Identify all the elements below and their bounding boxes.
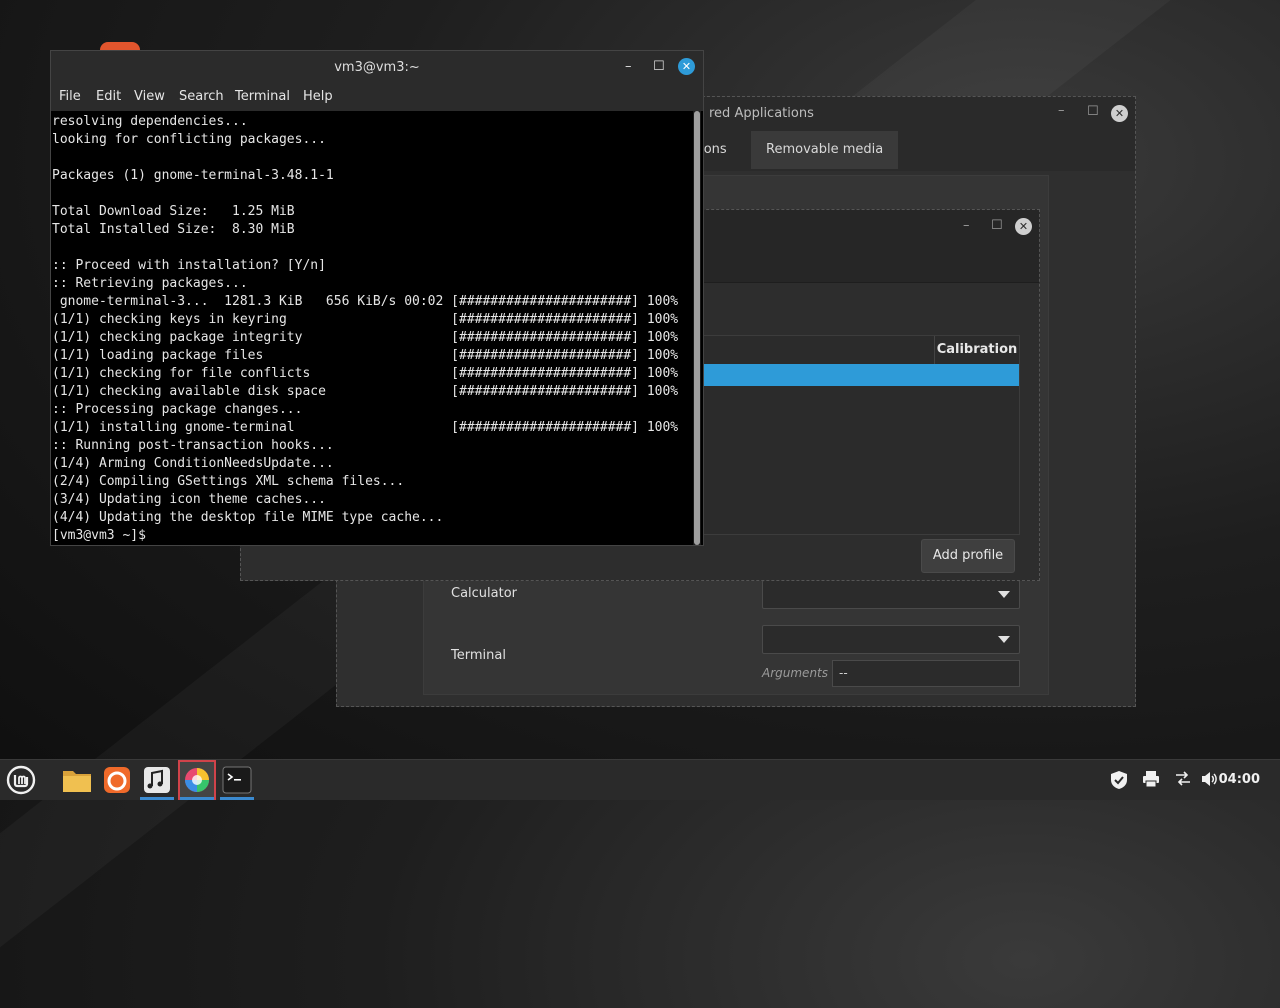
tab-removable-media[interactable]: Removable media xyxy=(751,131,899,169)
terminal-combo[interactable] xyxy=(762,625,1020,654)
menu-edit[interactable]: Edit xyxy=(96,89,121,104)
terminal-line: Total Installed Size: 8.30 MiB xyxy=(52,222,295,237)
terminal-line: (1/1) checking for file conflicts [#####… xyxy=(52,366,679,381)
maximize-icon[interactable]: ☐ xyxy=(1087,104,1099,119)
menu-search[interactable]: Search xyxy=(179,89,224,104)
taskbar: 04:00 xyxy=(0,759,1280,800)
terminal-line: :: Retrieving packages... xyxy=(52,276,248,291)
menu-terminal[interactable]: Terminal xyxy=(235,89,290,104)
network-icon[interactable] xyxy=(1174,770,1192,792)
terminal-title: vm3@vm3:~ xyxy=(334,60,420,75)
terminal-line: :: Proceed with installation? [Y/n] xyxy=(52,258,326,273)
terminal-line: (1/4) Arming ConditionNeedsUpdate... xyxy=(52,456,334,471)
terminal-line: Packages (1) gnome-terminal-3.48.1-1 xyxy=(52,168,334,183)
files-icon xyxy=(63,771,91,792)
firefox-icon xyxy=(104,767,130,793)
profile-list[interactable]: Calibration xyxy=(695,335,1020,535)
add-profile-button[interactable]: Add profile xyxy=(921,539,1015,573)
menu-button[interactable] xyxy=(2,760,40,800)
menu-icon xyxy=(6,765,36,795)
terminal-line: resolving dependencies... xyxy=(52,114,248,129)
terminal-line: gnome-terminal-3... 1281.3 KiB 656 KiB/s… xyxy=(52,294,679,309)
terminal-line: :: Processing package changes... xyxy=(52,402,303,417)
terminal-output[interactable]: resolving dependencies... looking for con… xyxy=(51,111,693,545)
terminal-text: resolving dependencies... looking for con… xyxy=(51,111,693,545)
chevron-down-icon xyxy=(998,591,1010,598)
minimize-icon[interactable]: – xyxy=(963,218,970,233)
maximize-icon[interactable]: ☐ xyxy=(991,218,1003,233)
menu-view[interactable]: View xyxy=(134,89,165,104)
terminal-line: :: Running post-transaction hooks... xyxy=(52,438,334,453)
pref-window-title: red Applications xyxy=(709,106,814,121)
terminal-launcher[interactable] xyxy=(218,760,256,800)
terminal-line: [vm3@vm3 ~]$ xyxy=(52,528,146,543)
terminal-window: vm3@vm3:~ – ☐ ✕ File Edit View Search Te… xyxy=(50,50,704,546)
color-launcher[interactable] xyxy=(178,760,216,800)
terminal-icon xyxy=(222,766,252,794)
calculator-combo[interactable] xyxy=(762,580,1020,609)
terminal-titlebar: vm3@vm3:~ – ☐ ✕ xyxy=(51,51,703,85)
minimize-icon[interactable]: – xyxy=(625,59,632,74)
terminal-label: Terminal xyxy=(451,648,506,663)
terminal-line: Total Download Size: 1.25 MiB xyxy=(52,204,295,219)
files-launcher[interactable] xyxy=(58,760,96,800)
terminal-menubar: File Edit View Search Terminal Help xyxy=(51,85,703,111)
list-item-selected[interactable] xyxy=(696,364,1019,386)
chevron-down-icon xyxy=(998,636,1010,643)
terminal-line: (3/4) Updating icon theme caches... xyxy=(52,492,326,507)
terminal-line: (2/4) Compiling GSettings XML schema fil… xyxy=(52,474,405,489)
terminal-line: looking for conflicting packages... xyxy=(52,132,326,147)
firefox-launcher[interactable] xyxy=(98,760,136,800)
arguments-input[interactable]: -- xyxy=(832,660,1020,687)
close-icon[interactable]: ✕ xyxy=(1111,105,1128,122)
printer-icon[interactable] xyxy=(1142,770,1160,792)
terminal-line: (1/1) checking available disk space [###… xyxy=(52,384,679,399)
close-icon[interactable]: ✕ xyxy=(1015,218,1032,235)
minimize-icon[interactable]: – xyxy=(1058,103,1065,118)
media-launcher[interactable] xyxy=(138,760,176,800)
shield-icon[interactable] xyxy=(1110,770,1128,794)
close-icon[interactable]: ✕ xyxy=(678,58,695,75)
arguments-label: Arguments xyxy=(762,666,828,680)
scrollbar-thumb[interactable] xyxy=(694,111,700,545)
calibration-column-header[interactable]: Calibration xyxy=(934,336,1019,364)
terminal-line: (4/4) Updating the desktop file MIME typ… xyxy=(52,510,444,525)
maximize-icon[interactable]: ☐ xyxy=(653,59,665,74)
volume-icon[interactable] xyxy=(1200,770,1218,792)
terminal-line: (1/1) checking package integrity [######… xyxy=(52,330,679,345)
clock[interactable]: 04:00 xyxy=(1219,772,1260,787)
terminal-line: (1/1) installing gnome-terminal [#######… xyxy=(52,420,679,435)
menu-help[interactable]: Help xyxy=(303,89,333,104)
media-icon xyxy=(144,767,170,793)
color-icon xyxy=(185,768,209,792)
terminal-line: (1/1) checking keys in keyring [########… xyxy=(52,312,679,327)
terminal-scrollbar[interactable] xyxy=(693,111,701,545)
menu-file[interactable]: File xyxy=(59,89,81,104)
calculator-label: Calculator xyxy=(451,586,518,601)
terminal-line: (1/1) loading package files [###########… xyxy=(52,348,679,363)
